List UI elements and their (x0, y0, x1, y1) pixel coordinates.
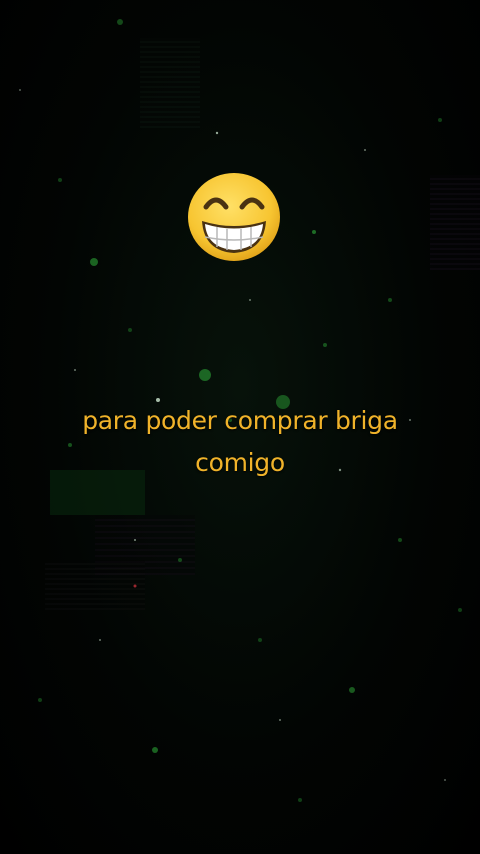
subtitle-caption: para poder comprar briga comigo (40, 400, 440, 484)
grinning-face-with-smiling-eyes-icon (188, 173, 280, 261)
caption-line-1: para poder comprar briga (82, 406, 398, 435)
video-frame: para poder comprar briga comigo (0, 0, 480, 854)
caption-line-2: comigo (195, 448, 285, 477)
